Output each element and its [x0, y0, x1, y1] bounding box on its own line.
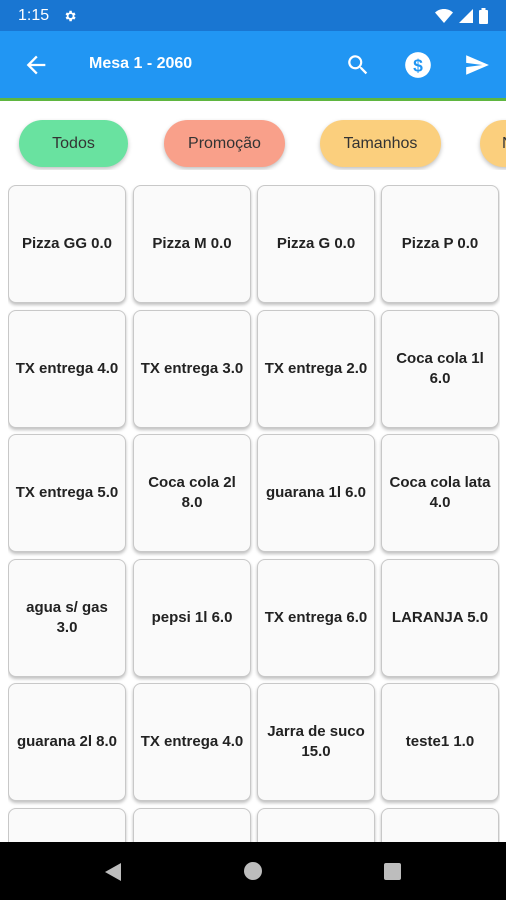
product-label: TX entrega 4.0: [140, 733, 244, 750]
product-label: TX entrega 5.0: [15, 484, 119, 501]
product-card[interactable]: Coca cola 1l 6.0: [381, 310, 499, 428]
back-arrow-icon[interactable]: [22, 51, 50, 79]
nav-home-icon[interactable]: [244, 862, 262, 880]
product-label: TX entrega 2.0: [264, 360, 368, 377]
svg-text:$: $: [413, 55, 423, 75]
status-icons: [435, 7, 488, 24]
chip-label: Promoção: [188, 134, 261, 152]
product-card[interactable]: Pizza G 0.0: [257, 185, 375, 303]
product-card[interactable]: agua s/ gas 3.0: [8, 559, 126, 677]
product-label: pepsi 1l 6.0: [151, 609, 233, 626]
product-label: TX entrega 6.0: [264, 609, 368, 626]
product-card[interactable]: [257, 808, 375, 842]
product-card[interactable]: TX entrega 4.0: [133, 683, 251, 801]
dollar-icon[interactable]: $: [404, 51, 432, 79]
category-chip-partial[interactable]: N: [480, 120, 506, 167]
product-label: agua s/ gas 3.0: [26, 599, 108, 636]
status-bar: 1:15: [0, 0, 506, 31]
product-card[interactable]: LARANJA 5.0: [381, 559, 499, 677]
search-icon[interactable]: [345, 52, 371, 78]
product-card[interactable]: teste1 1.0: [381, 683, 499, 801]
product-card[interactable]: TX entrega 4.0: [8, 310, 126, 428]
product-card[interactable]: pepsi 1l 6.0: [133, 559, 251, 677]
category-chip-tamanhos[interactable]: Tamanhos: [320, 120, 441, 167]
product-card[interactable]: Coca cola 2l 8.0: [133, 434, 251, 552]
product-card[interactable]: Pizza P 0.0: [381, 185, 499, 303]
product-card[interactable]: [133, 808, 251, 842]
product-card[interactable]: TX entrega 3.0: [133, 310, 251, 428]
product-label: Coca cola 2l 8.0: [148, 474, 236, 511]
product-card[interactable]: Pizza M 0.0: [133, 185, 251, 303]
nav-back-icon[interactable]: [103, 862, 123, 882]
product-label: LARANJA 5.0: [391, 609, 489, 626]
system-nav-bar: [0, 842, 506, 900]
product-label: teste1 1.0: [405, 733, 475, 750]
product-label: Pizza GG 0.0: [21, 235, 113, 252]
nav-recents-icon[interactable]: [384, 863, 401, 880]
status-time: 1:15: [18, 6, 50, 24]
page-title: Mesa 1 - 2060: [89, 55, 193, 72]
settings-icon: [65, 10, 76, 21]
product-card[interactable]: [381, 808, 499, 842]
product-card[interactable]: Coca cola lata 4.0: [381, 434, 499, 552]
send-icon[interactable]: [462, 52, 492, 78]
product-label: Coca cola lata 4.0: [389, 474, 491, 511]
product-card[interactable]: TX entrega 5.0: [8, 434, 126, 552]
product-card[interactable]: guarana 1l 6.0: [257, 434, 375, 552]
wifi-icon: [435, 8, 453, 23]
app-bar: Mesa 1 - 2060 $: [0, 31, 506, 98]
product-card[interactable]: guarana 2l 8.0: [8, 683, 126, 801]
chip-label: Tamanhos: [343, 134, 418, 152]
category-chip-promocao[interactable]: Promoção: [164, 120, 285, 167]
product-label: TX entrega 3.0: [140, 360, 244, 377]
product-label: guarana 2l 8.0: [16, 733, 118, 750]
product-card[interactable]: Pizza GG 0.0: [8, 185, 126, 303]
category-filter-bar: Todos Promoção Tamanhos N: [0, 118, 506, 170]
product-label: Jarra de suco 15.0: [267, 723, 365, 760]
category-chip-todos[interactable]: Todos: [19, 120, 128, 167]
app-bar-divider: [0, 98, 506, 101]
chip-label: N: [502, 135, 506, 153]
product-card[interactable]: [8, 808, 126, 842]
product-card[interactable]: Jarra de suco 15.0: [257, 683, 375, 801]
product-label: Pizza M 0.0: [152, 235, 232, 252]
product-label: Coca cola 1l 6.0: [396, 350, 484, 387]
battery-icon: [479, 7, 488, 24]
chip-label: Todos: [52, 134, 95, 152]
product-grid: Pizza GG 0.0 Pizza M 0.0 Pizza G 0.0 Piz…: [8, 185, 500, 842]
product-label: TX entrega 4.0: [15, 360, 119, 377]
product-label: Pizza G 0.0: [276, 235, 356, 252]
product-card[interactable]: TX entrega 2.0: [257, 310, 375, 428]
signal-icon: [459, 8, 473, 23]
product-card[interactable]: TX entrega 6.0: [257, 559, 375, 677]
product-label: Pizza P 0.0: [401, 235, 479, 252]
product-label: guarana 1l 6.0: [265, 484, 367, 501]
